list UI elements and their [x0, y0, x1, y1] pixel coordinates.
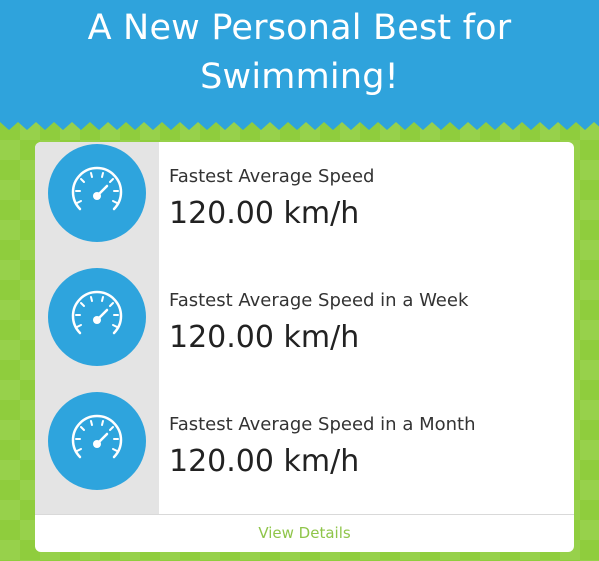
- record-row: Fastest Average Speed in a Week 120.00 k…: [35, 266, 574, 386]
- record-label: Fastest Average Speed in a Month: [169, 414, 476, 435]
- record-value: 120.00 km/h: [169, 444, 360, 479]
- page-title-line-2: Swimming!: [200, 57, 399, 97]
- speedometer-icon: [48, 392, 146, 490]
- page-title: A New Personal Best for Swimming!: [0, 0, 599, 102]
- record-value: 120.00 km/h: [169, 320, 360, 355]
- records-list: Fastest Average Speed 120.00 km/h Fastes…: [35, 142, 574, 514]
- speedometer-icon: [48, 268, 146, 366]
- record-row: Fastest Average Speed in a Month 120.00 …: [35, 390, 574, 510]
- header-zigzag-border: [0, 106, 599, 130]
- view-details-link[interactable]: View Details: [35, 515, 574, 552]
- record-value: 120.00 km/h: [169, 196, 360, 231]
- record-row: Fastest Average Speed 120.00 km/h: [35, 142, 574, 262]
- speedometer-icon: [48, 144, 146, 242]
- records-card: Fastest Average Speed 120.00 km/h Fastes…: [35, 142, 574, 552]
- record-label: Fastest Average Speed in a Week: [169, 290, 469, 311]
- record-label: Fastest Average Speed: [169, 166, 375, 187]
- page-header: A New Personal Best for Swimming!: [0, 0, 599, 122]
- page-title-line-1: A New Personal Best for: [87, 8, 512, 48]
